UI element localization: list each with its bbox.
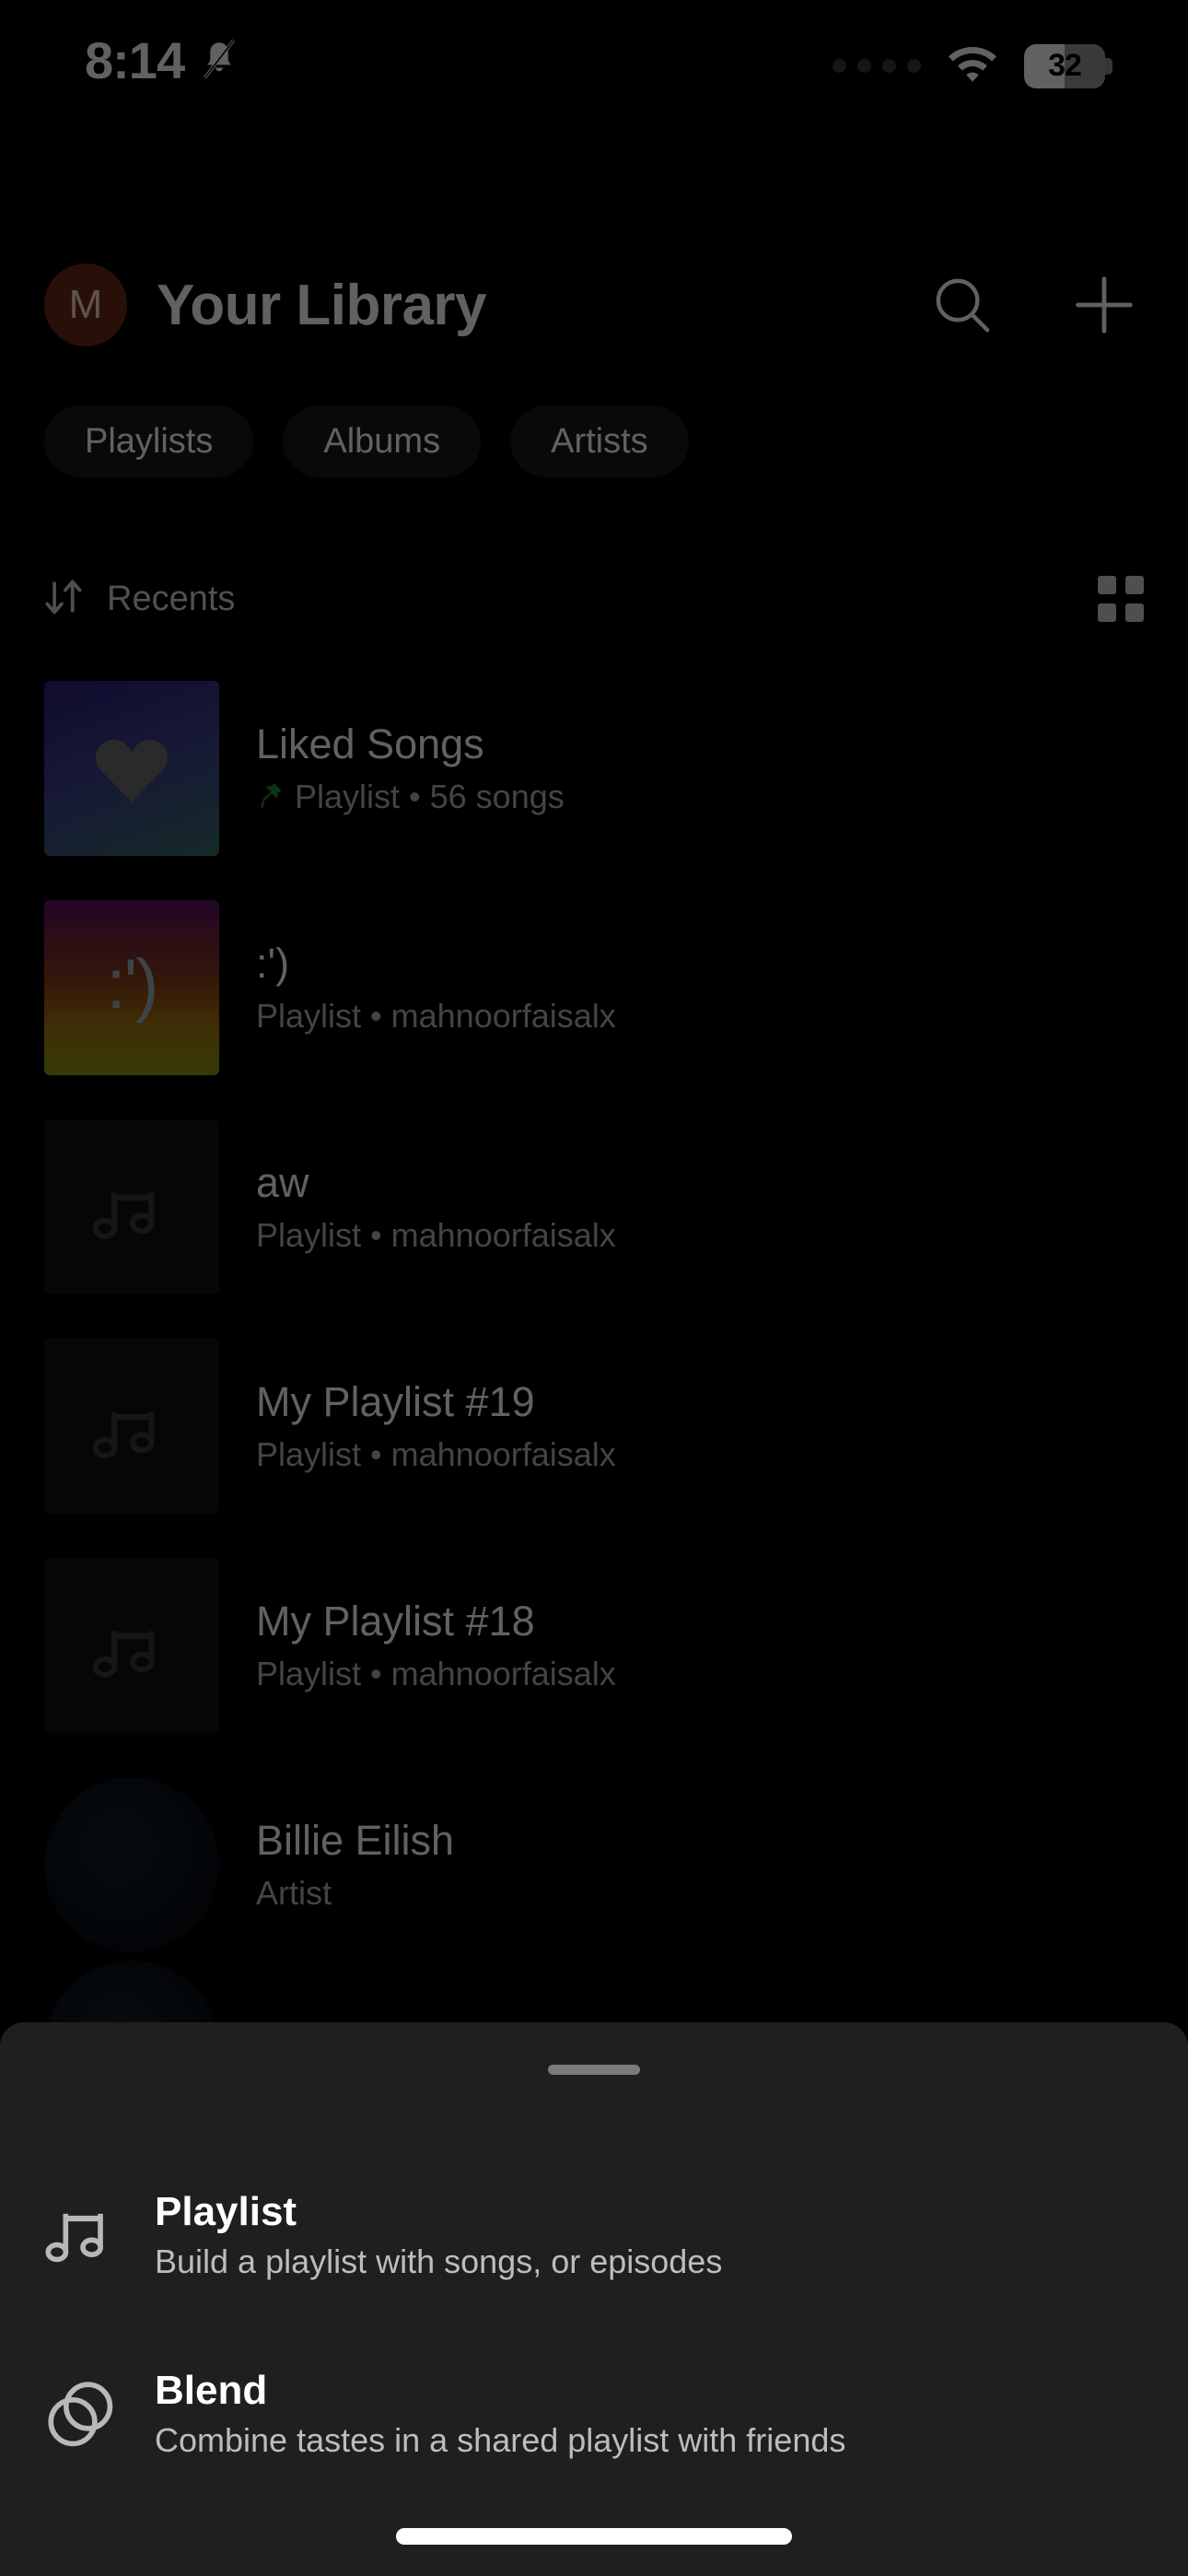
search-icon[interactable] (928, 271, 996, 339)
library-list: Liked Songs Playlist • 56 songs :'):') … (0, 659, 1188, 2136)
sheet-option-title: Blend (155, 2368, 268, 2413)
create-bottom-sheet: Playlist Build a playlist with songs, or… (0, 2022, 1188, 2576)
filter-chips: Playlists Albums Artists (44, 405, 689, 477)
list-item-meta: Billie Eilish Artist (256, 1818, 454, 1911)
avatar-initial: M (68, 282, 103, 327)
list-item[interactable]: aw Playlist • mahnoorfaisalx (0, 1097, 1188, 1317)
list-item[interactable]: Billie Eilish Artist (0, 1755, 1188, 1974)
sheet-option-blend[interactable]: Blend Combine tastes in a shared playlis… (0, 2326, 1188, 2501)
sort-arrows-icon (42, 575, 87, 624)
list-item-subtitle: Playlist • mahnoorfaisalx (256, 1215, 616, 1254)
heart-icon (96, 739, 168, 802)
music-note-icon (92, 1411, 155, 1458)
playlist-cover (44, 1119, 219, 1294)
list-item-subtitle-wrap: Playlist • 56 songs (256, 779, 565, 815)
sort-button[interactable]: Recents (42, 567, 235, 631)
sheet-option-text: Blend Combine tastes in a shared playlis… (155, 2371, 845, 2457)
music-note-icon (92, 1631, 155, 1678)
filter-chip-artists[interactable]: Artists (510, 405, 689, 477)
list-item[interactable]: :') :') Playlist • mahnoorfaisalx (0, 878, 1188, 1097)
filter-chip-label: Albums (323, 421, 441, 461)
list-item-subtitle-wrap: Playlist • mahnoorfaisalx (256, 1656, 616, 1692)
list-item-meta: Liked Songs Playlist • 56 songs (256, 721, 565, 814)
list-item-meta: aw Playlist • mahnoorfaisalx (256, 1160, 616, 1253)
list-item-title: My Playlist #18 (256, 1598, 535, 1645)
list-item-subtitle: Playlist • mahnoorfaisalx (256, 1654, 616, 1692)
list-item-subtitle-wrap: Playlist • mahnoorfaisalx (256, 1217, 616, 1254)
list-item-subtitle: Playlist • mahnoorfaisalx (256, 1434, 616, 1473)
list-item-title: My Playlist #19 (256, 1378, 535, 1426)
list-item-subtitle-wrap: Playlist • mahnoorfaisalx (256, 998, 616, 1035)
playlist-cover (44, 1558, 219, 1733)
list-item-subtitle-wrap: Artist (256, 1875, 454, 1912)
playlist-cover (44, 681, 219, 856)
filter-chip-label: Playlists (85, 421, 214, 461)
plus-icon[interactable] (1070, 271, 1138, 339)
sheet-option-playlist[interactable]: Playlist Build a playlist with songs, or… (0, 2148, 1188, 2323)
sort-label: Recents (107, 579, 236, 618)
list-item-title: aw (256, 1159, 309, 1207)
blend-circles-icon (42, 2374, 122, 2453)
sheet-option-title: Playlist (155, 2189, 297, 2234)
list-item-meta: :') Playlist • mahnoorfaisalx (256, 941, 616, 1034)
list-item[interactable]: Liked Songs Playlist • 56 songs (0, 659, 1188, 878)
sheet-option-description: Build a playlist with songs, or episodes (155, 2242, 723, 2280)
list-item-meta: My Playlist #19 Playlist • mahnoorfaisal… (256, 1379, 616, 1472)
filter-chip-albums[interactable]: Albums (283, 405, 482, 477)
header-actions (928, 271, 1138, 339)
list-item-subtitle: Playlist • mahnoorfaisalx (256, 996, 616, 1035)
list-item-subtitle-wrap: Playlist • mahnoorfaisalx (256, 1436, 616, 1473)
sheet-option-text: Playlist Build a playlist with songs, or… (155, 2192, 722, 2278)
music-note-icon (92, 1192, 155, 1239)
artist-avatar (44, 1777, 219, 1952)
list-item-title: Billie Eilish (256, 1817, 455, 1865)
home-indicator[interactable] (396, 2528, 792, 2545)
page-title: Your Library (157, 274, 487, 337)
library-header: M Your Library (0, 258, 1188, 350)
playlist-cover-glyph: :') (106, 944, 159, 1024)
list-item-subtitle: Artist (256, 1873, 332, 1912)
sheet-option-description: Combine tastes in a shared playlist with… (155, 2421, 846, 2459)
playlist-cover (44, 1339, 219, 1514)
list-item[interactable]: My Playlist #18 Playlist • mahnoorfaisal… (0, 1536, 1188, 1755)
avatar[interactable]: M (44, 263, 127, 346)
pin-icon (256, 781, 284, 813)
list-item[interactable]: My Playlist #19 Playlist • mahnoorfaisal… (0, 1317, 1188, 1536)
filter-chip-label: Artists (551, 421, 648, 461)
sort-row: Recents (0, 567, 1188, 631)
drag-handle[interactable] (548, 2065, 640, 2075)
grid-view-icon[interactable] (1098, 576, 1144, 622)
filter-chip-playlists[interactable]: Playlists (44, 405, 254, 477)
list-item-subtitle: Playlist • 56 songs (295, 777, 565, 815)
music-note-icon (42, 2195, 122, 2275)
list-item-title: Liked Songs (256, 720, 484, 768)
list-item-meta: My Playlist #18 Playlist • mahnoorfaisal… (256, 1598, 616, 1692)
list-item-title: :') (256, 940, 290, 988)
spotify-your-library-screen: 8:14 32 M Your Library Playlists Albums … (0, 0, 1188, 2576)
playlist-cover: :') (44, 900, 219, 1075)
